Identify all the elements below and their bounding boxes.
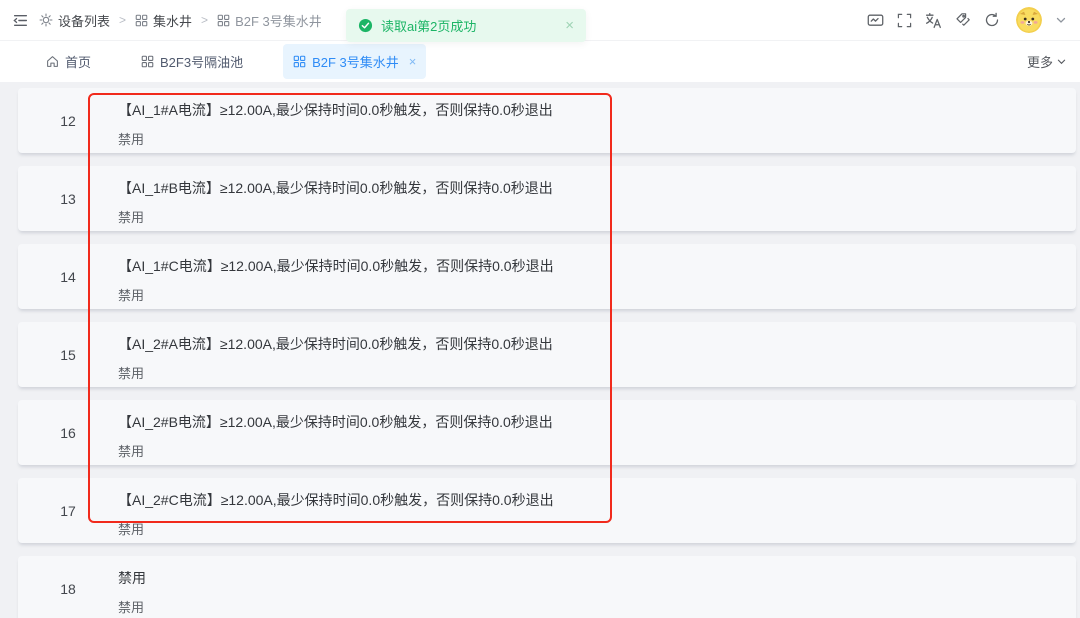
avatar[interactable]: [1016, 7, 1042, 33]
tab-label: B2F3号隔油池: [160, 52, 243, 71]
breadcrumb: 设备列表 > 集水井 > B2F 3号集水井: [39, 11, 322, 30]
list-item[interactable]: 16 【AI_2#B电流】≥12.00A,最少保持时间0.0秒触发，否则保持0.…: [18, 400, 1076, 465]
rule-text: 【AI_2#B电流】≥12.00A,最少保持时间0.0秒触发，否则保持0.0秒退…: [118, 412, 553, 432]
list-item[interactable]: 12 【AI_1#A电流】≥12.00A,最少保持时间0.0秒触发，否则保持0.…: [18, 88, 1076, 153]
tab-b2f3-oil-separator[interactable]: B2F3号隔油池: [131, 44, 253, 79]
translate-icon[interactable]: [925, 12, 942, 29]
toast-message: 读取ai第2页成功: [381, 16, 476, 35]
tab-label: 首页: [65, 52, 91, 71]
status-text: 禁用: [118, 129, 553, 148]
rule-list: 12 【AI_1#A电流】≥12.00A,最少保持时间0.0秒触发，否则保持0.…: [0, 82, 1080, 618]
chevron-down-icon: [1057, 57, 1066, 66]
row-index: 15: [18, 322, 118, 387]
rule-text: 禁用: [118, 568, 146, 588]
toast-close-icon[interactable]: ×: [565, 18, 574, 33]
rule-text: 【AI_2#C电流】≥12.00A,最少保持时间0.0秒触发，否则保持0.0秒退…: [118, 490, 554, 510]
grid-icon: [141, 55, 154, 68]
check-circle-icon: [358, 18, 373, 33]
row-index: 16: [18, 400, 118, 465]
home-icon: [46, 55, 59, 68]
breadcrumb-label: 设备列表: [58, 11, 110, 30]
tab-b2f3-sump-active[interactable]: B2F 3号集水井 ×: [283, 44, 426, 79]
list-item[interactable]: 14 【AI_1#C电流】≥12.00A,最少保持时间0.0秒触发，否则保持0.…: [18, 244, 1076, 309]
rule-text: 【AI_1#B电流】≥12.00A,最少保持时间0.0秒触发，否则保持0.0秒退…: [118, 178, 553, 198]
grid-icon: [293, 55, 306, 68]
more-dropdown[interactable]: 更多: [1027, 41, 1066, 82]
grid-icon: [135, 14, 148, 27]
rule-text: 【AI_1#C电流】≥12.00A,最少保持时间0.0秒触发，否则保持0.0秒退…: [118, 256, 554, 276]
tab-bar: 首页 B2F3号隔油池 B2F 3号集水井 × 更多: [0, 41, 1080, 82]
rule-text: 【AI_2#A电流】≥12.00A,最少保持时间0.0秒触发，否则保持0.0秒退…: [118, 334, 553, 354]
tab-label: B2F 3号集水井: [312, 52, 399, 71]
breadcrumb-separator: >: [119, 13, 126, 27]
status-text: 禁用: [118, 285, 554, 304]
breadcrumb-item-sump[interactable]: 集水井: [135, 11, 192, 30]
list-item[interactable]: 18 禁用 禁用: [18, 556, 1076, 618]
list-item[interactable]: 17 【AI_2#C电流】≥12.00A,最少保持时间0.0秒触发，否则保持0.…: [18, 478, 1076, 543]
header-actions: [867, 7, 1066, 33]
row-index: 13: [18, 166, 118, 231]
tags-icon[interactable]: [954, 12, 971, 29]
status-text: 禁用: [118, 441, 553, 460]
row-index: 14: [18, 244, 118, 309]
rule-text: 【AI_1#A电流】≥12.00A,最少保持时间0.0秒触发，否则保持0.0秒退…: [118, 100, 553, 120]
grid-icon: [217, 14, 230, 27]
breadcrumb-separator: >: [201, 13, 208, 27]
row-index: 12: [18, 88, 118, 153]
gear-icon: [39, 13, 53, 27]
refresh-icon[interactable]: [983, 12, 1000, 29]
breadcrumb-label: B2F 3号集水井: [235, 11, 322, 30]
status-text: 禁用: [118, 363, 553, 382]
row-index: 18: [18, 556, 118, 618]
row-index: 17: [18, 478, 118, 543]
list-item[interactable]: 15 【AI_2#A电流】≥12.00A,最少保持时间0.0秒触发，否则保持0.…: [18, 322, 1076, 387]
fullscreen-icon[interactable]: [896, 12, 913, 29]
tab-home[interactable]: 首页: [36, 44, 101, 79]
more-label: 更多: [1027, 52, 1053, 71]
list-item[interactable]: 13 【AI_1#B电流】≥12.00A,最少保持时间0.0秒触发，否则保持0.…: [18, 166, 1076, 231]
screen-icon[interactable]: [867, 12, 884, 29]
toast-notification: 读取ai第2页成功 ×: [346, 9, 586, 42]
breadcrumb-item-current: B2F 3号集水井: [217, 11, 322, 30]
breadcrumb-label: 集水井: [153, 11, 192, 30]
tab-close-icon[interactable]: ×: [409, 55, 417, 68]
breadcrumb-item-devices[interactable]: 设备列表: [39, 11, 110, 30]
status-text: 禁用: [118, 519, 554, 538]
chevron-down-icon[interactable]: [1056, 15, 1066, 25]
status-text: 禁用: [118, 207, 553, 226]
status-text: 禁用: [118, 597, 146, 616]
menu-fold-icon[interactable]: [12, 12, 29, 29]
